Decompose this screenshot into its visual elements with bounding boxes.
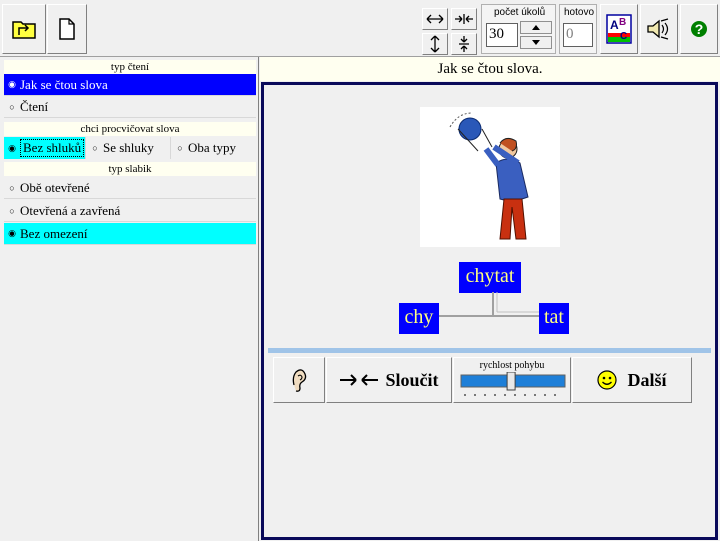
option-label: Se shluky: [103, 140, 154, 155]
arrows-outward-horizontal-icon: [426, 14, 444, 24]
option-label: Bez shluků: [20, 139, 85, 157]
help-button[interactable]: ?: [680, 4, 718, 54]
syllable-1: chy: [399, 303, 439, 334]
new-document-button[interactable]: [47, 4, 87, 54]
radio-empty-icon: ○: [92, 143, 98, 153]
task-count-label: počet úkolů: [494, 7, 546, 18]
open-folder-button[interactable]: [2, 4, 46, 54]
option-label: Oba typy: [188, 140, 237, 155]
toolbar: počet úkolů 30 hotovo 0 A B C ?: [0, 0, 720, 57]
speed-control: rychlost pohybu: [453, 357, 571, 403]
option-label: Bez omezení: [20, 225, 88, 241]
new-document-icon: [59, 18, 75, 40]
taller-button[interactable]: [422, 33, 448, 55]
practice-header: chci procvičovat slova: [4, 122, 256, 136]
option-label: Obě otevřené: [20, 179, 90, 195]
arrows-outward-vertical-icon: [430, 35, 440, 53]
help-question-icon: ?: [691, 21, 707, 37]
done-field: 0: [563, 23, 593, 47]
task-count-field[interactable]: 30: [486, 23, 518, 47]
option-bez-shluku[interactable]: ◉ Bez shluků: [4, 137, 86, 159]
exercise-title: Jak se čtou slova.: [260, 57, 720, 81]
sound-button[interactable]: [640, 4, 678, 54]
triangle-up-icon: [532, 25, 540, 30]
next-label: Další: [627, 369, 667, 390]
svg-text:?: ?: [695, 21, 704, 37]
syllable-2: tat: [539, 303, 569, 334]
boy-catching-ball-picture: [420, 107, 560, 247]
merge-arrows-icon: [340, 374, 379, 386]
radio-selected-icon: ◉: [8, 142, 16, 153]
exercise-frame: chytat chy tat Sloučit rychlost pohybu D…: [261, 82, 718, 540]
option-label: Čtení: [20, 98, 49, 114]
speaker-icon: [647, 18, 669, 40]
done-label: hotovo: [564, 7, 595, 18]
radio-selected-icon: ◉: [8, 228, 16, 238]
radio-empty-icon: ○: [9, 182, 15, 193]
task-count-down-button[interactable]: [520, 36, 552, 49]
narrow-button[interactable]: [451, 8, 477, 30]
option-oba-typy[interactable]: ○ Oba typy: [172, 137, 256, 159]
letter-a: A: [610, 18, 619, 32]
app-window: počet úkolů 30 hotovo 0 A B C ? typ čten…: [0, 0, 720, 541]
smiley-icon: [597, 370, 618, 390]
divider-bar: [268, 348, 711, 353]
ear-icon: [292, 369, 307, 392]
arrows-inward-horizontal-icon: [455, 14, 473, 24]
task-count-up-button[interactable]: [520, 21, 552, 34]
radio-selected-icon: ◉: [8, 79, 16, 89]
option-label: Jak se čtou slova: [20, 76, 108, 92]
merge-label: Sloučit: [385, 369, 439, 390]
shorter-button[interactable]: [451, 33, 477, 55]
radio-empty-icon: ○: [177, 143, 183, 153]
letter-c: C: [620, 31, 627, 42]
whole-word: chytat: [459, 262, 521, 293]
abc-letters-icon: A B C: [606, 14, 632, 44]
speed-label: rychlost pohybu: [479, 360, 545, 371]
triangle-down-icon: [532, 40, 540, 45]
option-se-shluky[interactable]: ○ Se shluky: [87, 137, 171, 159]
letter-b: B: [619, 17, 626, 28]
arrows-inward-vertical-icon: [459, 36, 469, 52]
merge-button[interactable]: Sloučit: [326, 357, 452, 403]
option-cteni[interactable]: ○ Čtení: [4, 96, 256, 118]
open-folder-icon: [12, 21, 36, 39]
reading-type-header: typ čtení: [4, 60, 256, 74]
widen-button[interactable]: [422, 8, 448, 30]
options-panel: typ čtení ◉ Jak se čtou slova ○ Čtení ch…: [0, 57, 259, 541]
option-jak-se-ctou-slova[interactable]: ◉ Jak se čtou slova: [4, 74, 256, 96]
listen-button[interactable]: [273, 357, 325, 403]
option-bez-omezeni[interactable]: ◉ Bez omezení: [4, 223, 256, 245]
done-group: hotovo 0: [559, 4, 597, 54]
option-otevrena-a-zavrena[interactable]: ○ Otevřená a zavřená: [4, 200, 256, 222]
speed-slider[interactable]: [459, 372, 567, 400]
option-label: Otevřená a zavřená: [20, 202, 121, 218]
abc-settings-button[interactable]: A B C: [600, 4, 638, 54]
next-button[interactable]: Další: [572, 357, 692, 403]
radio-empty-icon: ○: [9, 205, 15, 216]
radio-empty-icon: ○: [9, 101, 15, 112]
option-obe-otevrene[interactable]: ○ Obě otevřené: [4, 177, 256, 199]
task-count-group: počet úkolů 30: [481, 4, 556, 54]
syllable-type-header: typ slabik: [4, 162, 256, 176]
speed-slider-thumb[interactable]: [506, 372, 516, 391]
boy-catching-ball-illustration: [449, 112, 529, 240]
